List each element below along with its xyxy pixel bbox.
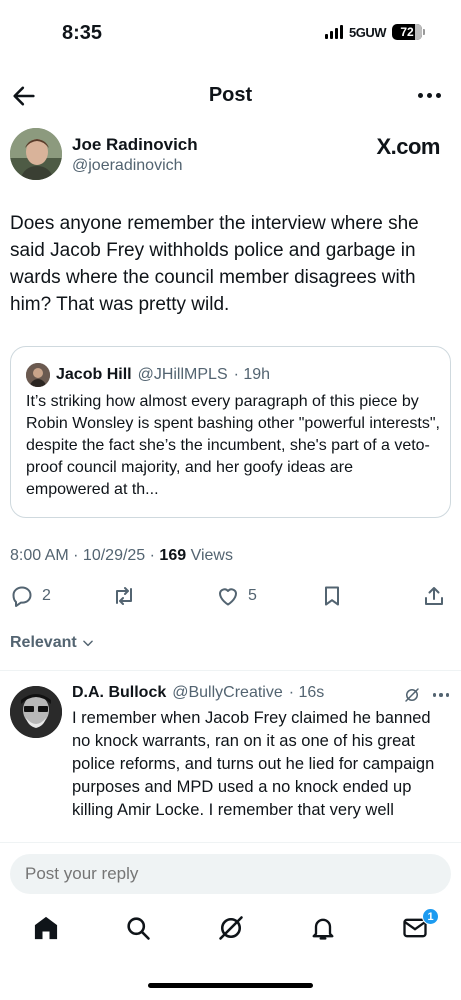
reply-button[interactable]: 2 — [10, 584, 51, 608]
battery-icon: 72 — [392, 24, 425, 40]
sort-label: Relevant — [10, 634, 77, 651]
tab-messages[interactable]: 1 — [401, 908, 439, 944]
bottom-tab-bar: 1 — [0, 906, 461, 956]
post-author: Joe Radinovich @joeradinovich X.com — [10, 128, 440, 184]
repost-button[interactable] — [112, 584, 136, 608]
reply-icon — [12, 586, 32, 607]
home-indicator[interactable] — [148, 983, 313, 988]
tab-notifications[interactable] — [309, 914, 339, 944]
views-count[interactable]: 169 — [159, 547, 186, 564]
search-icon — [127, 917, 150, 940]
reply-toolbar — [403, 686, 449, 704]
quote-text: It’s striking how almost every paragraph… — [26, 393, 440, 498]
reply-count: 2 — [42, 587, 51, 604]
bookmark-button[interactable] — [320, 584, 344, 608]
tab-home[interactable] — [32, 914, 62, 944]
author-handle[interactable]: @joeradinovich — [72, 157, 183, 175]
source-label: X.com — [376, 134, 440, 159]
chevron-down-icon — [82, 640, 93, 647]
avatar[interactable] — [10, 128, 62, 180]
signal-icon — [325, 25, 343, 39]
views-label: Views — [186, 547, 233, 564]
page-title: Post — [208, 84, 253, 106]
author-name[interactable]: Joe Radinovich — [72, 135, 198, 155]
status-time: 8:35 — [62, 22, 103, 44]
like-icon — [219, 588, 237, 606]
like-button[interactable]: 5 — [216, 584, 257, 608]
reply-header: D.A. Bullock @BullyCreative · 16s — [72, 684, 324, 702]
quote-time: · 19h — [233, 366, 271, 383]
more-icon[interactable] — [432, 693, 449, 697]
status-indicators: 5GUW 72 — [325, 24, 425, 40]
share-button[interactable] — [422, 584, 446, 608]
more-options-button[interactable] — [415, 84, 443, 106]
tab-search[interactable] — [124, 914, 154, 944]
post-actions: 2 5 — [0, 580, 461, 614]
divider — [0, 670, 461, 671]
quoted-post[interactable]: Jacob Hill @JHillMPLS · 19h It’s strikin… — [10, 346, 451, 518]
avatar[interactable] — [10, 686, 62, 738]
messages-badge: 1 — [422, 908, 439, 925]
sort-replies-dropdown[interactable]: Relevant — [10, 634, 95, 652]
quote-header: Jacob Hill @JHillMPLS · 19h — [26, 363, 270, 387]
grok-icon — [219, 916, 243, 940]
tab-grok[interactable] — [217, 914, 247, 944]
status-bar: 8:35 5GUW 72 — [0, 0, 461, 60]
bookmark-icon — [325, 586, 339, 606]
post-date: 8:00 AM · 10/29/25 · — [10, 547, 160, 564]
home-icon — [34, 916, 58, 940]
post-text: Does anyone remember the interview where… — [10, 213, 419, 315]
quote-author-handle: @JHillMPLS — [137, 366, 228, 383]
repost-icon — [116, 587, 132, 605]
more-icon — [417, 92, 423, 98]
bell-icon — [312, 918, 334, 940]
network-type: 5GUW — [349, 24, 387, 40]
reply-input[interactable] — [10, 854, 451, 894]
share-icon — [425, 587, 443, 605]
header: Post — [0, 72, 461, 118]
avatar — [26, 363, 50, 387]
quote-author-name: Jacob Hill — [56, 366, 132, 383]
like-count: 5 — [248, 587, 257, 604]
reply-time: · 16s — [288, 684, 325, 701]
reply-author-name[interactable]: D.A. Bullock — [72, 684, 166, 702]
reply-composer — [0, 842, 461, 900]
reply-text: I remember when Jacob Frey claimed he ba… — [72, 709, 435, 819]
grok-icon[interactable] — [403, 686, 421, 704]
reply-author-handle[interactable]: @BullyCreative — [172, 684, 283, 702]
battery-level: 72 — [400, 25, 414, 39]
post-timestamp: 8:00 AM · 10/29/25 · 169 Views — [10, 547, 233, 565]
